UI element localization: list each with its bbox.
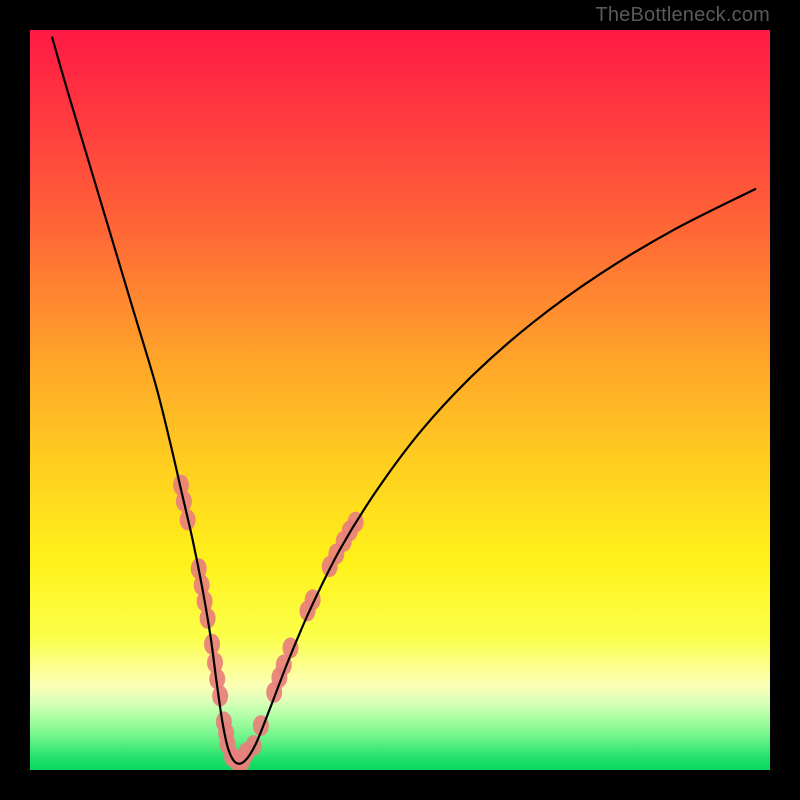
bottleneck-curve [52, 37, 755, 763]
curve-layer [30, 30, 770, 770]
plot-area [30, 30, 770, 770]
watermark-text: TheBottleneck.com [595, 4, 770, 27]
marker-group [173, 475, 364, 770]
chart-frame: TheBottleneck.com [0, 0, 800, 800]
